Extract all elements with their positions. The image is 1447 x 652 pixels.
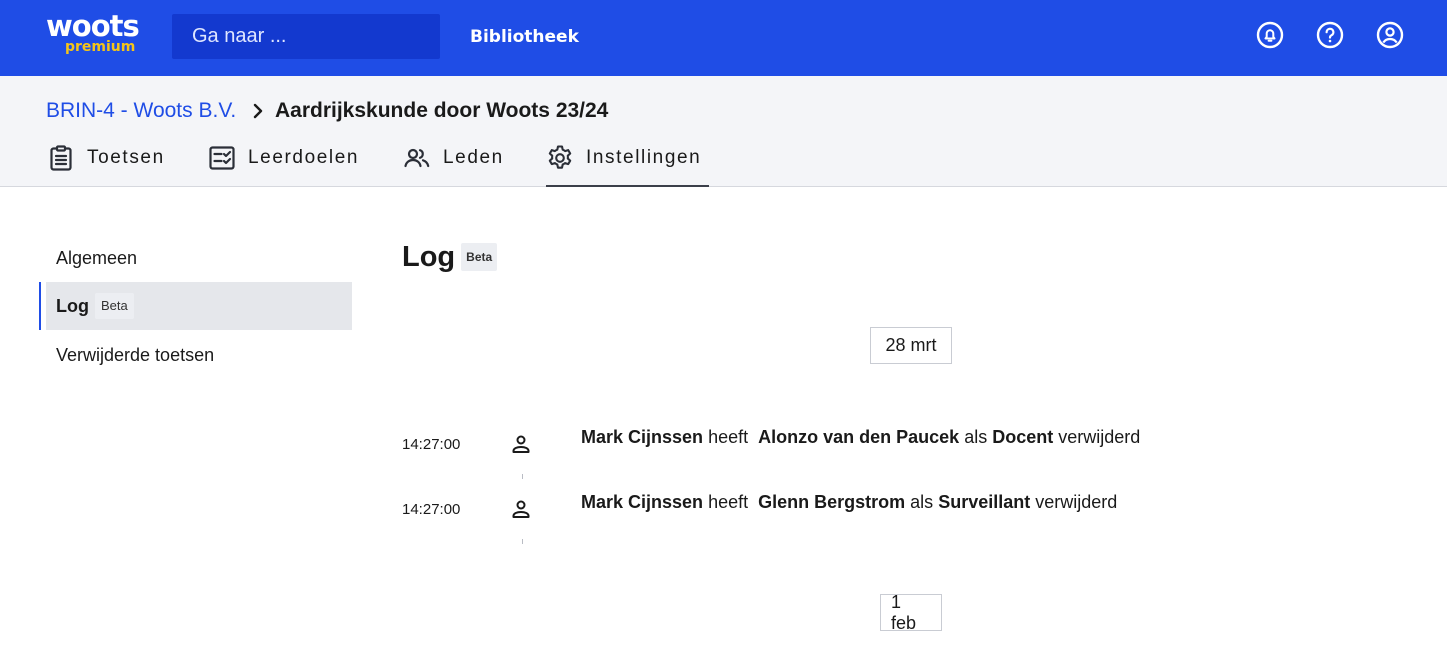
log-as: als bbox=[964, 427, 988, 447]
breadcrumb-parent-link[interactable]: BRIN-4 - Woots B.V. bbox=[46, 98, 236, 124]
clipboard-icon bbox=[47, 144, 75, 172]
sidebar-item-log[interactable]: Log Beta bbox=[46, 282, 352, 330]
date-label: 1 feb bbox=[891, 591, 917, 633]
log-verb: heeft bbox=[708, 492, 749, 512]
person-icon bbox=[510, 498, 532, 520]
timeline-connector bbox=[522, 474, 523, 479]
notification-bell-icon[interactable] bbox=[1256, 21, 1284, 49]
log-entry-text: Mark Cijnssen heeft Glenn Bergstrom als … bbox=[581, 491, 1117, 513]
sidebar-item-algemeen[interactable]: Algemeen bbox=[46, 234, 352, 282]
log-role: Surveillant bbox=[938, 492, 1031, 512]
page-title: Log Beta bbox=[402, 240, 498, 274]
logo-premium-label: premium bbox=[65, 39, 136, 55]
tab-leden[interactable]: Leden bbox=[403, 144, 504, 187]
tab-label: Leerdoelen bbox=[248, 147, 360, 168]
log-action: verwijderd bbox=[1058, 427, 1141, 447]
date-separator: 28 mrt bbox=[870, 327, 952, 364]
breadcrumb-current: Aardrijkskunde door Woots 23/24 bbox=[275, 99, 609, 122]
sidebar-item-label: Algemeen bbox=[56, 247, 138, 268]
sidebar-item-label: Verwijderde toetsen bbox=[56, 344, 215, 365]
help-icon[interactable] bbox=[1316, 21, 1344, 49]
logo-wordmark: woots bbox=[46, 9, 140, 43]
beta-badge: Beta bbox=[95, 293, 134, 319]
account-icon[interactable] bbox=[1376, 21, 1404, 49]
search-input[interactable] bbox=[172, 14, 440, 59]
timeline-connector bbox=[522, 539, 523, 544]
log-time: 14:27:00 bbox=[402, 436, 461, 453]
page-title-text: Log bbox=[402, 241, 456, 273]
log-actor: Mark Cijnssen bbox=[581, 427, 704, 447]
log-subject: Glenn Bergstrom bbox=[758, 492, 906, 512]
gear-icon bbox=[546, 144, 574, 172]
log-actor: Mark Cijnssen bbox=[581, 492, 704, 512]
top-bar: woots premium Bibliotheek bbox=[0, 0, 1447, 76]
tab-instellingen[interactable]: Instellingen bbox=[546, 144, 709, 187]
log-action: verwijderd bbox=[1035, 492, 1118, 512]
log-subject: Alonzo van den Paucek bbox=[758, 427, 960, 447]
tab-label: Toetsen bbox=[87, 147, 165, 168]
tab-leerdoelen[interactable]: Leerdoelen bbox=[208, 144, 359, 187]
library-link[interactable]: Bibliotheek bbox=[470, 26, 579, 48]
tab-label: Leden bbox=[443, 147, 504, 168]
tab-toetsen[interactable]: Toetsen bbox=[47, 144, 165, 187]
chevron-right-icon bbox=[252, 102, 264, 120]
checklist-icon bbox=[208, 144, 236, 172]
log-verb: heeft bbox=[708, 427, 749, 447]
woots-logo[interactable]: woots premium bbox=[46, 10, 146, 58]
course-header: BRIN-4 - Woots B.V. Aardrijkskunde door … bbox=[0, 76, 1447, 187]
date-label: 28 mrt bbox=[885, 335, 937, 355]
person-icon bbox=[510, 433, 532, 455]
tab-label: Instellingen bbox=[586, 147, 702, 168]
log-as: als bbox=[910, 492, 934, 512]
log-entry-text: Mark Cijnssen heeft Alonzo van den Pauce… bbox=[581, 426, 1140, 448]
users-icon bbox=[403, 144, 431, 172]
log-role: Docent bbox=[992, 427, 1054, 447]
log-time: 14:27:00 bbox=[402, 501, 461, 518]
sidebar-item-label: Log bbox=[56, 295, 89, 316]
sidebar-item-verwijderde-toetsen[interactable]: Verwijderde toetsen bbox=[46, 331, 352, 379]
beta-badge: Beta bbox=[461, 243, 498, 271]
date-separator: 1 feb bbox=[880, 591, 942, 633]
sidebar-active-indicator bbox=[39, 282, 41, 330]
